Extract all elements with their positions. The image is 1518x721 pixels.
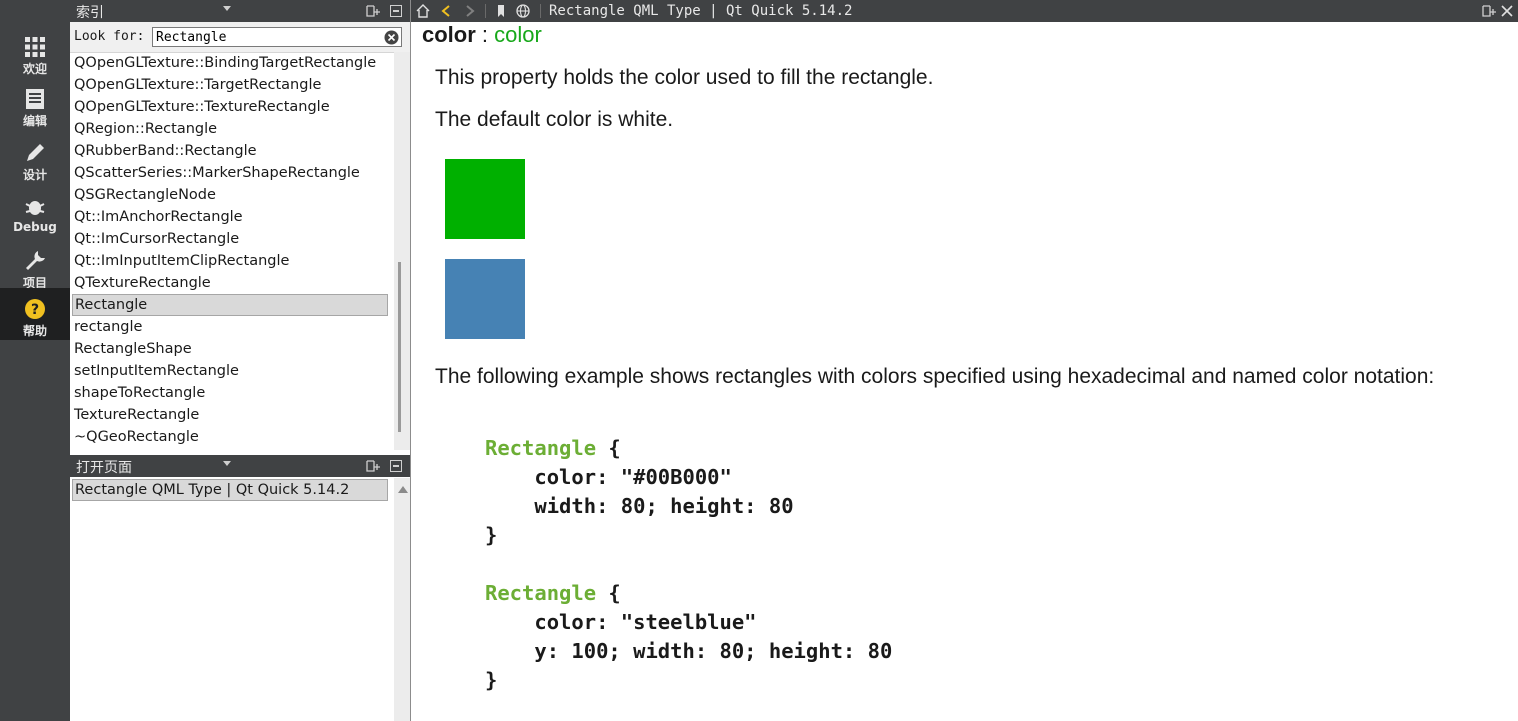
- property-heading: color : color: [422, 22, 542, 48]
- document-title[interactable]: Rectangle QML Type | Qt Quick 5.14.2: [549, 3, 852, 19]
- code-brace: {: [596, 436, 621, 460]
- mode-label: 帮助: [22, 324, 47, 338]
- default-paragraph: The default color is white.: [435, 108, 674, 131]
- property-name: color: [422, 22, 476, 47]
- list-item[interactable]: QRegion::Rectangle: [72, 118, 388, 140]
- list-item[interactable]: QScatterSeries::MarkerShapeRectangle: [72, 162, 388, 184]
- home-icon[interactable]: [415, 3, 431, 19]
- list-item[interactable]: Qt::ImInputItemClipRectangle: [72, 250, 388, 272]
- code-line: color: "#00B000": [485, 465, 732, 489]
- look-for-bar: Look for:: [70, 22, 410, 53]
- open-pages-scrollbar[interactable]: [394, 478, 410, 721]
- code-example-1: Rectangle { color: "#00B000" width: 80; …: [485, 434, 794, 550]
- list-item[interactable]: QRubberBand::Rectangle: [72, 140, 388, 162]
- clear-icon[interactable]: [384, 30, 399, 45]
- code-line: color: "steelblue": [485, 610, 757, 634]
- wrench-icon: [26, 251, 45, 270]
- example-paragraph: The following example shows rectangles w…: [435, 365, 1435, 388]
- list-item[interactable]: QOpenGLTexture::TextureRectangle: [72, 96, 388, 118]
- back-icon[interactable]: [439, 3, 455, 19]
- list-item[interactable]: RectangleShape: [72, 338, 388, 360]
- bug-icon: [25, 201, 45, 215]
- split-icon[interactable]: [1482, 3, 1496, 19]
- list-item[interactable]: setInputItemRectangle: [72, 360, 388, 382]
- index-pane-title[interactable]: 索引: [76, 2, 104, 22]
- index-pane-header: 索引: [70, 0, 410, 22]
- mode-welcome[interactable]: 欢迎: [0, 30, 70, 80]
- open-pages-title[interactable]: 打开页面: [76, 457, 132, 477]
- index-result-list[interactable]: QOpenGLTexture::BindingTargetRectangle Q…: [70, 52, 390, 450]
- open-pages-header: 打开页面: [70, 455, 410, 477]
- mode-projects[interactable]: 项目: [0, 244, 70, 294]
- code-line: }: [485, 523, 498, 547]
- qml-type-keyword[interactable]: Rectangle: [485, 436, 596, 460]
- forward-icon[interactable]: [461, 3, 477, 19]
- code-example-2: Rectangle { color: "steelblue" y: 100; w…: [485, 579, 892, 695]
- index-search-input[interactable]: [152, 27, 402, 47]
- open-pages-list[interactable]: Rectangle QML Type | Qt Quick 5.14.2: [70, 478, 390, 721]
- chevron-down-icon[interactable]: [223, 6, 231, 11]
- property-separator: :: [475, 22, 495, 47]
- description-paragraph: This property holds the color used to fi…: [435, 66, 934, 89]
- list-item[interactable]: TextureRectangle: [72, 404, 388, 426]
- list-item[interactable]: Qt::ImCursorRectangle: [72, 228, 388, 250]
- mode-label: 设计: [22, 168, 47, 182]
- close-pane-icon[interactable]: [390, 460, 402, 472]
- mode-label: Debug: [13, 220, 57, 234]
- list-item[interactable]: QSGRectangleNode: [72, 184, 388, 206]
- close-pane-icon[interactable]: [390, 5, 402, 17]
- list-item[interactable]: Qt::ImAnchorRectangle: [72, 206, 388, 228]
- mode-help[interactable]: ? 帮助: [0, 288, 70, 340]
- list-item[interactable]: QTextureRectangle: [72, 272, 388, 294]
- toolbar-separator: [540, 4, 541, 18]
- code-line: y: 100; width: 80; height: 80: [485, 639, 893, 663]
- list-item[interactable]: shapeToRectangle: [72, 382, 388, 404]
- green-rectangle-example: [445, 159, 525, 239]
- bookmark-icon[interactable]: [493, 3, 509, 19]
- property-type-link[interactable]: color: [494, 22, 542, 47]
- code-line: width: 80; height: 80: [485, 494, 794, 518]
- code-line: }: [485, 668, 498, 692]
- help-icon: ?: [25, 299, 45, 319]
- pen-icon: [27, 144, 44, 161]
- mode-label: 编辑: [22, 114, 47, 128]
- steelblue-rectangle-example: [445, 259, 525, 339]
- qml-type-keyword[interactable]: Rectangle: [485, 581, 596, 605]
- globe-icon[interactable]: [515, 3, 531, 19]
- chevron-down-icon[interactable]: [223, 461, 231, 466]
- close-icon[interactable]: [1501, 5, 1513, 17]
- mode-label: 欢迎: [22, 62, 47, 76]
- scroll-up-icon[interactable]: [398, 486, 408, 493]
- document-icon: [26, 89, 44, 109]
- index-list-scrollbar[interactable]: [394, 52, 410, 450]
- index-pane: 索引 Look for: QOpenGLTexture::BindingTarg…: [70, 0, 410, 721]
- open-page-item[interactable]: Rectangle QML Type | Qt Quick 5.14.2: [72, 479, 388, 501]
- mode-design[interactable]: 设计: [0, 136, 70, 186]
- list-item[interactable]: QOpenGLTexture::BindingTargetRectangle: [72, 52, 388, 74]
- split-icon[interactable]: [366, 459, 380, 473]
- list-item-selected[interactable]: Rectangle: [72, 294, 388, 316]
- code-brace: {: [596, 581, 621, 605]
- split-icon[interactable]: [366, 4, 380, 18]
- scrollbar-thumb[interactable]: [398, 262, 401, 432]
- mode-edit[interactable]: 编辑: [0, 82, 70, 132]
- look-for-label: Look for:: [74, 29, 145, 44]
- list-item[interactable]: rectangle: [72, 316, 388, 338]
- grid-icon: [25, 37, 45, 57]
- list-item[interactable]: ~QGeoRectangle: [72, 426, 388, 448]
- mode-debug[interactable]: Debug: [0, 190, 70, 240]
- documentation-content: color : color This property holds the co…: [411, 22, 1518, 721]
- toolbar-separator: [485, 4, 486, 18]
- mode-selector-bar: 欢迎 编辑 设计 Debug 项目 ? 帮助: [0, 0, 70, 721]
- svg-text:?: ?: [31, 302, 39, 318]
- help-toolbar: Rectangle QML Type | Qt Quick 5.14.2: [411, 0, 1518, 22]
- list-item[interactable]: QOpenGLTexture::TargetRectangle: [72, 74, 388, 96]
